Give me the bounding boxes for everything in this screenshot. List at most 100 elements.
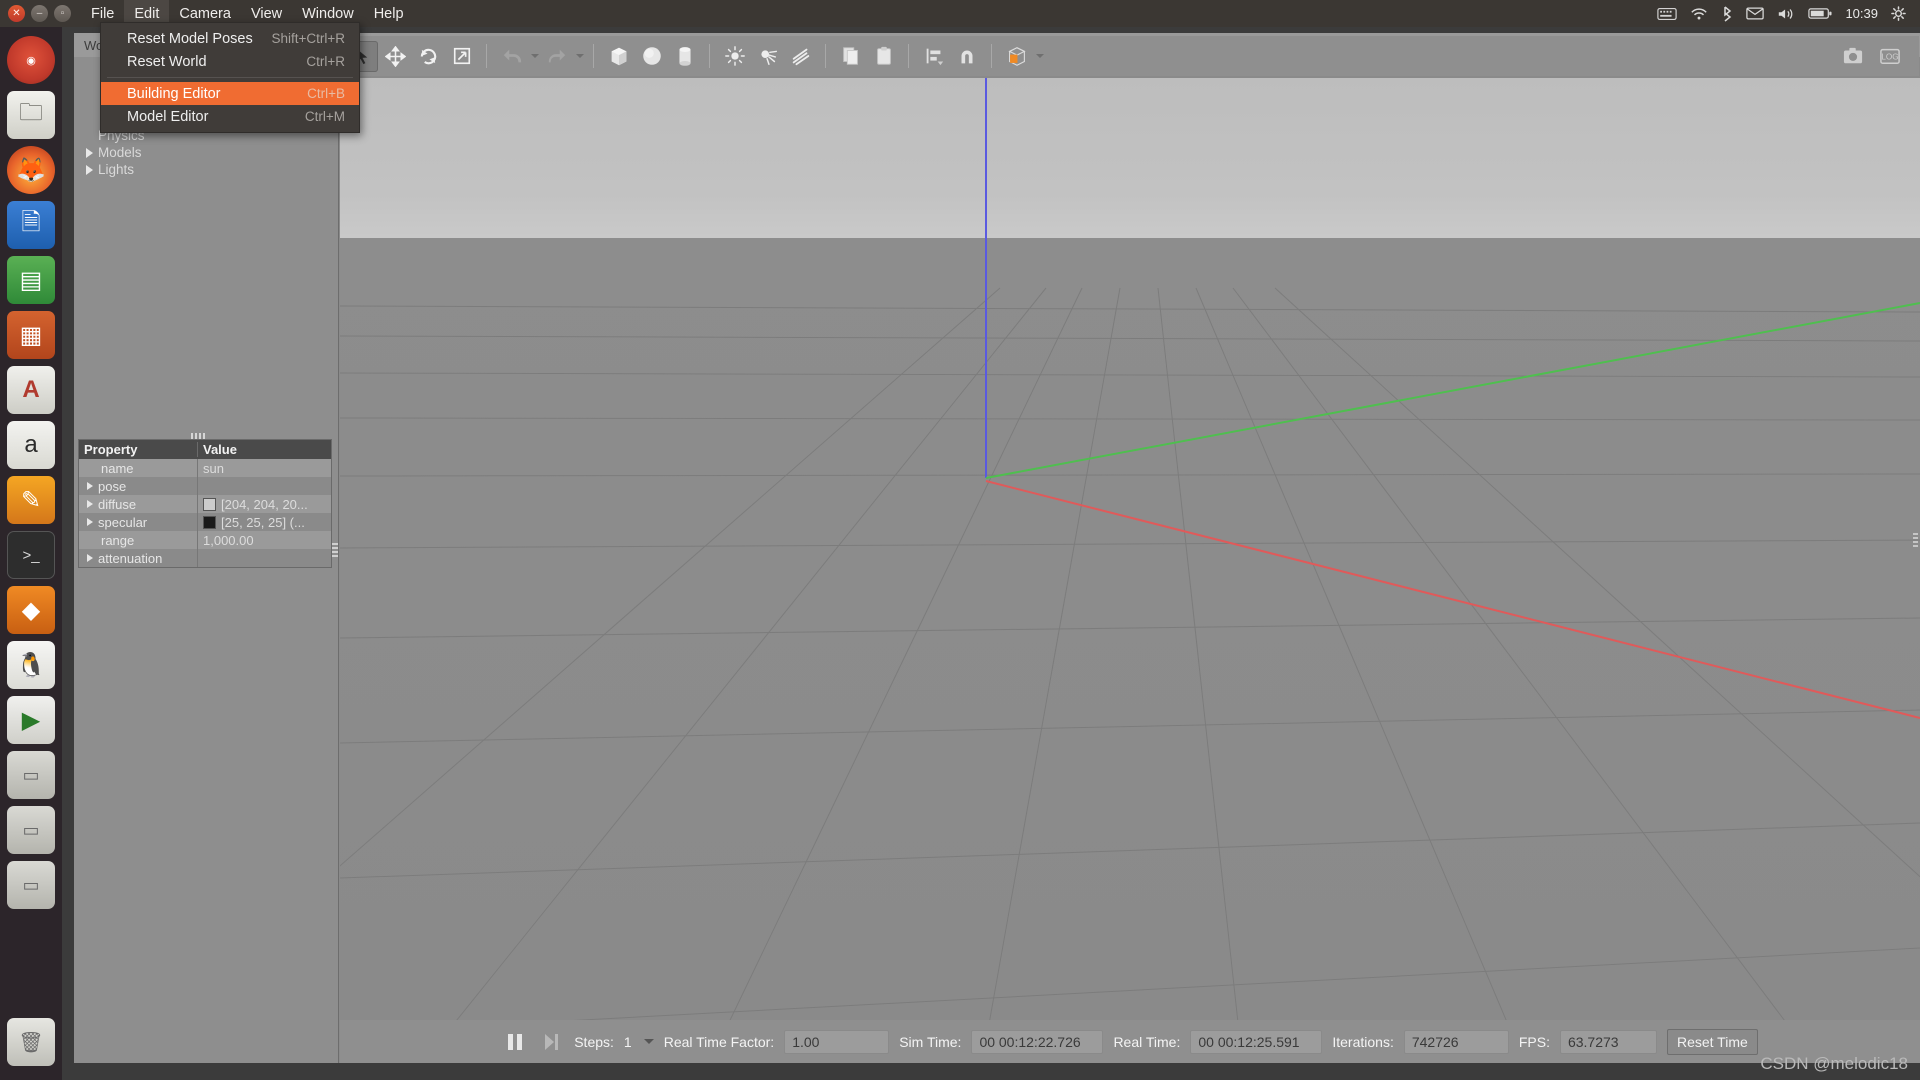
amazon-icon: a (24, 431, 38, 458)
launcher-item-trash[interactable]: 🗑 (7, 1018, 55, 1066)
property-value[interactable]: [204, 204, 20... (197, 495, 331, 513)
table-row[interactable]: range 1,000.00 (79, 531, 331, 549)
expand-triangle-icon[interactable] (87, 518, 93, 526)
insert-spot-light-button[interactable] (752, 41, 783, 72)
color-swatch[interactable] (203, 515, 216, 529)
undo-button[interactable] (496, 41, 527, 72)
steps-chevron-down-icon[interactable] (643, 1039, 654, 1044)
menu-help[interactable]: Help (364, 0, 414, 27)
menu-item-model-editor[interactable]: Model Editor Ctrl+M (101, 105, 359, 128)
3d-viewport[interactable] (340, 78, 1920, 1041)
insert-directional-light-button[interactable] (785, 41, 816, 72)
copy-button[interactable] (835, 41, 866, 72)
toolbar-separator (486, 44, 487, 68)
launcher-item-fontviewer[interactable]: A (7, 366, 55, 414)
log-record-button[interactable]: LOG (1874, 41, 1905, 72)
value-column-header[interactable]: Value (197, 442, 331, 457)
launcher-item-calc[interactable]: ▤ (7, 256, 55, 304)
property-value-text: 1,000.00 (203, 532, 254, 548)
property-value[interactable] (197, 549, 331, 567)
view-angle-chevron-down-icon[interactable] (1036, 54, 1044, 58)
snap-button[interactable] (951, 41, 982, 72)
redo-button[interactable] (541, 41, 572, 72)
launcher-item-qq[interactable]: 🐧 (7, 641, 55, 689)
play-icon: ▶ (21, 706, 41, 734)
property-value[interactable]: 1,000.00 (197, 531, 331, 549)
launcher-item-disk1[interactable]: ▭ (7, 751, 55, 799)
launcher-item-software[interactable]: ✎ (7, 476, 55, 524)
launcher-item-impress[interactable]: ▦ (7, 311, 55, 359)
launcher-item-writer[interactable]: 🗎 (7, 201, 55, 249)
gear-icon[interactable] (1891, 6, 1906, 21)
rotate-mode-button[interactable] (413, 41, 444, 72)
launcher-item-amazon[interactable]: a (7, 421, 55, 469)
system-clock[interactable]: 10:39 (1845, 6, 1878, 21)
table-row[interactable]: diffuse [204, 204, 20... (79, 495, 331, 513)
launcher-item-disk2[interactable]: ▭ (7, 806, 55, 854)
launcher-item-gazebo[interactable]: ◆ (7, 586, 55, 634)
launcher-item-disk3[interactable]: ▭ (7, 861, 55, 909)
disk-icon: ▭ (22, 874, 40, 895)
bluetooth-icon[interactable] (1721, 5, 1733, 22)
gazebo-icon: ◆ (21, 596, 41, 624)
redo-history-chevron-down-icon[interactable] (576, 54, 584, 58)
step-forward-icon[interactable] (538, 1029, 564, 1055)
close-button[interactable]: ✕ (8, 5, 25, 22)
screenshot-button[interactable] (1837, 41, 1868, 72)
property-value[interactable]: [25, 25, 25] (... (197, 513, 331, 531)
expand-triangle-icon[interactable] (87, 482, 93, 490)
volume-icon[interactable] (1777, 7, 1795, 21)
scale-mode-button[interactable] (446, 41, 477, 72)
table-row[interactable]: specular [25, 25, 25] (... (79, 513, 331, 531)
sim-time-label: Sim Time: (899, 1033, 962, 1050)
launcher-item-terminal[interactable]: >_ (7, 531, 55, 579)
steps-label: Steps: (574, 1033, 614, 1050)
wifi-icon[interactable] (1690, 7, 1708, 21)
undo-history-chevron-down-icon[interactable] (531, 54, 539, 58)
expand-triangle-icon[interactable] (87, 500, 93, 508)
expand-triangle-icon[interactable] (86, 164, 93, 175)
launcher-item-player[interactable]: ▶ (7, 696, 55, 744)
table-row[interactable]: attenuation (79, 549, 331, 567)
viewport-resize-grip[interactable] (1913, 533, 1918, 547)
launcher-item-firefox[interactable]: 🦊 (7, 146, 55, 194)
expand-triangle-icon[interactable] (87, 554, 93, 562)
insert-box-button[interactable] (603, 41, 634, 72)
insert-cylinder-button[interactable] (669, 41, 700, 72)
window-controls: ✕ – ▫ (0, 5, 81, 22)
translate-mode-button[interactable] (380, 41, 411, 72)
menu-item-reset-world[interactable]: Reset World Ctrl+R (101, 50, 359, 73)
reset-time-button[interactable]: Reset Time (1666, 1028, 1758, 1055)
maximize-button[interactable]: ▫ (54, 5, 71, 22)
menu-item-label: Reset Model Poses (127, 30, 253, 47)
minimize-button[interactable]: – (31, 5, 48, 22)
expand-triangle-icon[interactable] (86, 147, 93, 158)
menu-item-building-editor[interactable]: Building Editor Ctrl+B (101, 82, 359, 105)
launcher-item-files[interactable]: 🗀 (7, 91, 55, 139)
tree-item-models[interactable]: Models (74, 144, 338, 161)
property-name: pose (79, 479, 197, 494)
align-button[interactable] (918, 41, 949, 72)
steps-value[interactable]: 1 (624, 1034, 632, 1050)
battery-icon[interactable] (1808, 7, 1832, 20)
launcher-item-dash[interactable]: ◉ (7, 36, 55, 84)
property-column-header[interactable]: Property (79, 442, 197, 457)
panel-resize-handle[interactable] (332, 543, 338, 557)
color-swatch[interactable] (203, 497, 216, 511)
insert-point-light-button[interactable] (719, 41, 750, 72)
view-angle-button[interactable] (1001, 41, 1032, 72)
disk-icon: ▭ (22, 819, 40, 840)
paste-button[interactable] (868, 41, 899, 72)
svg-text:LOG: LOG (1881, 53, 1898, 62)
tree-item-lights[interactable]: Lights (74, 161, 338, 178)
keyboard-icon[interactable] (1657, 7, 1678, 21)
pause-icon[interactable] (502, 1029, 528, 1055)
table-row[interactable]: name sun (79, 459, 331, 477)
system-tray: 10:39 (1657, 5, 1920, 22)
menu-item-reset-model-poses[interactable]: Reset Model Poses Shift+Ctrl+R (101, 27, 359, 50)
mail-icon[interactable] (1746, 7, 1765, 20)
insert-sphere-button[interactable] (636, 41, 667, 72)
property-value[interactable] (197, 477, 331, 495)
table-row[interactable]: pose (79, 477, 331, 495)
property-value[interactable]: sun (197, 459, 331, 477)
